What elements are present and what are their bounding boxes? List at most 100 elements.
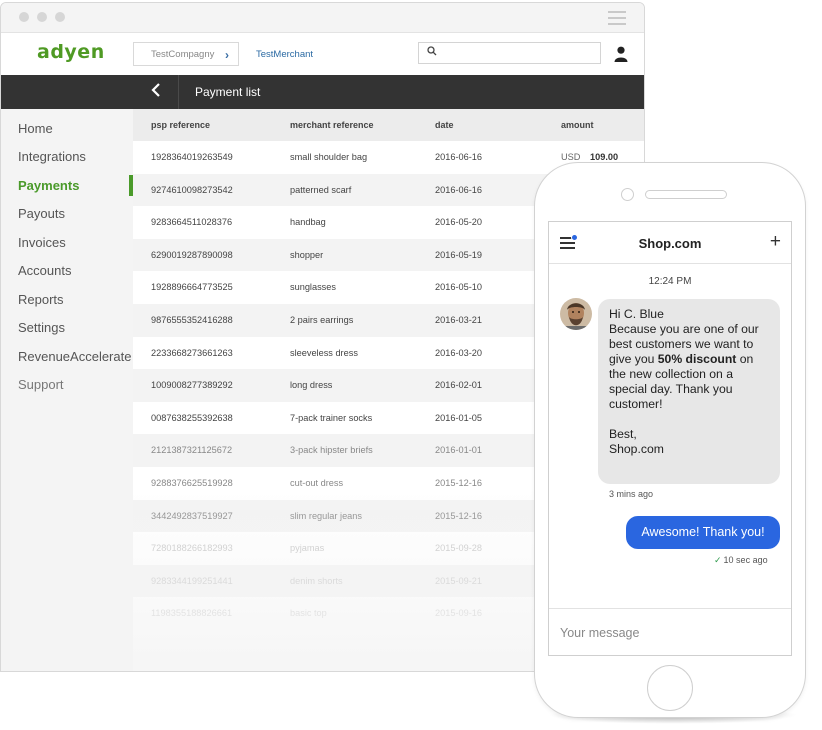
date-cell: 2016-01-01: [435, 445, 482, 456]
date-cell: 2015-09-28: [435, 543, 482, 554]
sidebar-item-revenueaccelerate[interactable]: RevenueAccelerate: [18, 349, 131, 364]
merchant-reference-cell: small shoulder bag: [290, 152, 368, 162]
date-cell: 2015-12-16: [435, 478, 482, 488]
window-minimize-dot[interactable]: [37, 12, 47, 22]
date-cell: 2016-05-19: [435, 249, 482, 260]
compose-bar: [549, 608, 791, 655]
date-cell: 2016-01-05: [435, 412, 482, 423]
search-box[interactable]: [418, 42, 601, 64]
message-signoff: Best,: [609, 427, 637, 441]
psp-reference-cell: 9288376625519928: [151, 478, 233, 488]
search-input[interactable]: [441, 45, 591, 61]
sidebar-item-integrations[interactable]: Integrations: [18, 149, 86, 164]
outgoing-message-time: 10 sec ago: [723, 555, 768, 565]
window-titlebar: [1, 3, 644, 33]
psp-reference-cell: 0087638255392638: [151, 412, 233, 423]
sidebar-item-home[interactable]: Home: [18, 121, 53, 136]
adyen-logo[interactable]: adyen: [37, 41, 105, 63]
sidebar-item-reports[interactable]: Reports: [18, 292, 64, 307]
speaker-grill: [645, 190, 727, 199]
merchant-reference-cell: slim regular jeans: [290, 510, 362, 521]
psp-reference-cell: 1928364019263549: [151, 152, 233, 162]
date-cell: 2015-09-16: [435, 608, 482, 619]
date-cell: 2016-05-20: [435, 217, 482, 228]
merchant-reference-cell: pyjamas: [290, 543, 325, 554]
table-header: psp reference merchant reference date am…: [133, 109, 644, 141]
sidebar: Home Integrations Payments Payouts Invoi…: [1, 109, 133, 671]
chat-header: Shop.com +: [549, 222, 791, 264]
psp-reference-cell: 1198355188826661: [151, 608, 233, 619]
merchant-reference-cell: 7-pack trainer socks: [290, 412, 373, 423]
date-cell: 2016-06-16: [435, 152, 482, 162]
message-greeting: Hi C. Blue: [609, 307, 664, 321]
outgoing-message: Awesome! Thank you!: [626, 516, 780, 549]
message-input[interactable]: [560, 623, 780, 643]
sidebar-item-payouts[interactable]: Payouts: [18, 206, 65, 221]
date-cell: 2015-09-21: [435, 575, 482, 586]
psp-reference-cell: 6290019287890098: [151, 249, 233, 260]
psp-reference-cell: 9876555352416288: [151, 315, 233, 325]
incoming-message-time: 3 mins ago: [609, 489, 654, 499]
sidebar-item-payments[interactable]: Payments: [18, 178, 79, 193]
psp-reference-cell: 1009008277389292: [151, 380, 233, 391]
column-header-merchant-ref[interactable]: merchant reference: [290, 120, 374, 130]
date-cell: 2016-05-10: [435, 282, 482, 293]
sidebar-item-invoices[interactable]: Invoices: [18, 235, 66, 250]
back-button[interactable]: [133, 75, 179, 109]
merchant-reference-cell: denim shorts: [290, 575, 343, 586]
outgoing-message-status: ✓ 10 sec ago: [714, 555, 768, 566]
window-maximize-dot[interactable]: [55, 12, 65, 22]
camera-icon: [621, 188, 634, 201]
avatar: [560, 298, 592, 330]
psp-reference-cell: 1928896664773525: [151, 282, 233, 293]
merchant-reference-cell: shopper: [290, 249, 324, 260]
date-cell: 2016-06-16: [435, 184, 482, 195]
merchant-reference-cell: basic top: [290, 608, 327, 619]
date-cell: 2015-12-16: [435, 510, 482, 521]
merchant-reference-cell: handbag: [290, 217, 326, 228]
message-timestamp: 12:24 PM: [648, 276, 692, 287]
chevron-right-icon: ›: [225, 48, 229, 62]
date-cell: 2016-02-01: [435, 380, 482, 391]
sidebar-item-support[interactable]: Support: [18, 377, 64, 392]
chat-screen: Shop.com + 12:24 PM Hi C. Blue Because y…: [548, 221, 792, 656]
plus-icon[interactable]: +: [770, 231, 781, 253]
message-signature: Shop.com: [609, 442, 664, 456]
currency-cell: USD: [561, 152, 581, 162]
date-cell: 2016-03-21: [435, 315, 482, 325]
company-selector[interactable]: TestCompagny ›: [133, 42, 239, 66]
browser-menu-icon[interactable]: [608, 11, 626, 29]
psp-reference-cell: 9274610098273542: [151, 184, 233, 195]
page-title-bar: Payment list: [1, 75, 644, 109]
search-icon: [427, 46, 437, 59]
column-header-psp[interactable]: psp reference: [151, 120, 210, 130]
merchant-reference-cell: cut-out dress: [290, 478, 344, 488]
message-discount: 50% discount: [657, 352, 737, 366]
home-button[interactable]: [647, 665, 693, 711]
sidebar-item-settings[interactable]: Settings: [18, 320, 65, 335]
check-icon: ✓: [714, 555, 722, 565]
sidebar-item-accounts[interactable]: Accounts: [18, 263, 71, 278]
psp-reference-cell: 9283344199251441: [151, 575, 233, 586]
column-header-amount[interactable]: amount: [561, 120, 594, 130]
psp-reference-cell: 2233668273661263: [151, 347, 233, 358]
column-header-date[interactable]: date: [435, 120, 454, 130]
company-name: TestCompagny: [151, 49, 215, 60]
psp-reference-cell: 9283664511028376: [151, 217, 233, 228]
incoming-message: Hi C. Blue Because you are one of our be…: [598, 299, 780, 484]
chat-title: Shop.com: [638, 236, 702, 251]
amount-cell: 109.00: [590, 152, 619, 162]
date-cell: 2016-03-20: [435, 347, 482, 358]
page-title: Payment list: [195, 85, 261, 99]
merchant-reference-cell: 2 pairs earrings: [290, 315, 354, 325]
merchant-reference-cell: sunglasses: [290, 282, 336, 293]
user-icon[interactable]: [614, 46, 630, 62]
app-header: adyen TestCompagny › TestMerchant: [1, 33, 644, 75]
merchant-link[interactable]: TestMerchant: [256, 49, 313, 60]
merchant-reference-cell: 3-pack hipster briefs: [290, 445, 373, 456]
window-close-dot[interactable]: [19, 12, 29, 22]
psp-reference-cell: 7280188266182993: [151, 543, 233, 554]
merchant-reference-cell: sleeveless dress: [290, 347, 358, 358]
psp-reference-cell: 2121387321125672: [151, 445, 233, 456]
chevron-left-icon: [150, 83, 160, 97]
